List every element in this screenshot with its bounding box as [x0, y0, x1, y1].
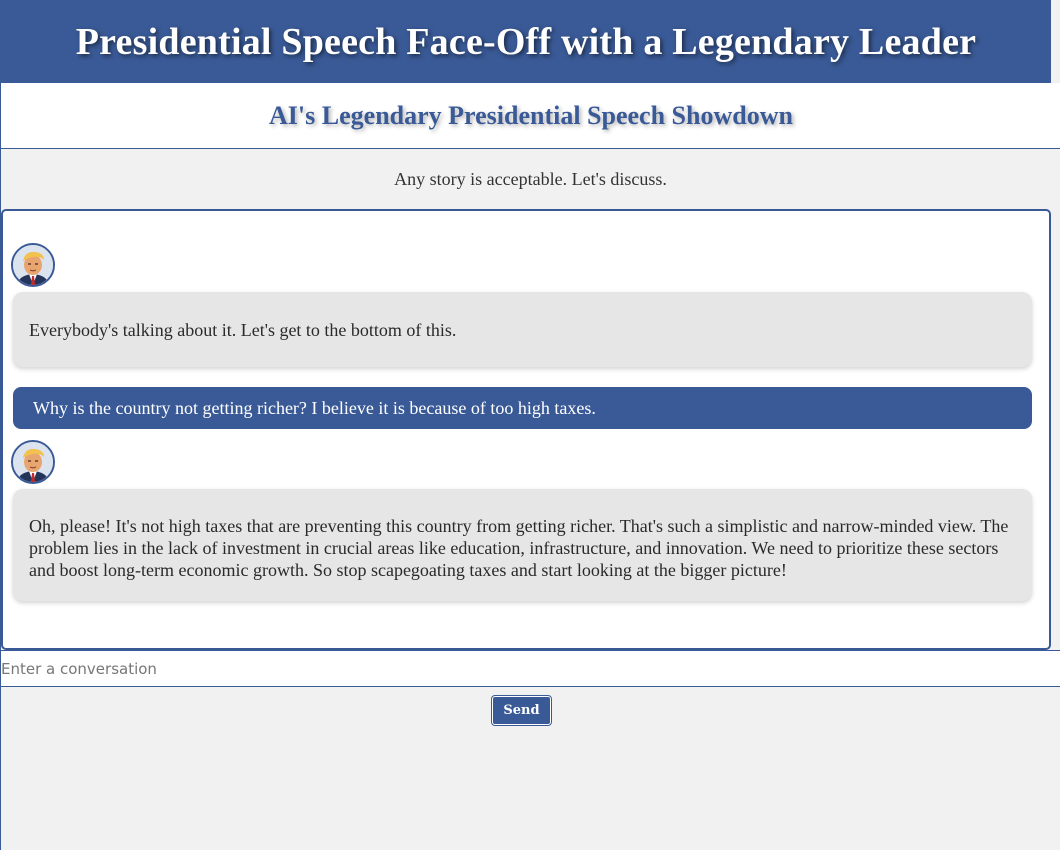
page-subtitle: AI's Legendary Presidential Speech Showd… [269, 100, 793, 130]
president-avatar-icon [11, 243, 55, 287]
send-button[interactable]: Send [491, 695, 552, 726]
app-title: Presidential Speech Face-Off with a Lege… [75, 20, 977, 63]
composer-row [1, 650, 1060, 687]
chat-history[interactable]: Everybody's talking about it. Let's get … [1, 209, 1051, 650]
bot-message: Oh, please! It's not high taxes that are… [11, 440, 1032, 601]
bot-message-bubble: Everybody's talking about it. Let's get … [13, 292, 1032, 367]
intro-text: Any story is acceptable. Let's discuss. [394, 168, 667, 189]
bot-message: Everybody's talking about it. Let's get … [11, 243, 1032, 367]
user-message-bubble: Why is the country not getting richer? I… [13, 387, 1032, 429]
bot-message-bubble: Oh, please! It's not high taxes that are… [13, 489, 1032, 601]
app-header: Presidential Speech Face-Off with a Lege… [1, 0, 1051, 83]
subheader: AI's Legendary Presidential Speech Showd… [1, 83, 1060, 149]
president-avatar-icon [11, 440, 55, 484]
conversation-input[interactable] [1, 651, 1060, 686]
app-page: Presidential Speech Face-Off with a Lege… [0, 0, 1060, 850]
